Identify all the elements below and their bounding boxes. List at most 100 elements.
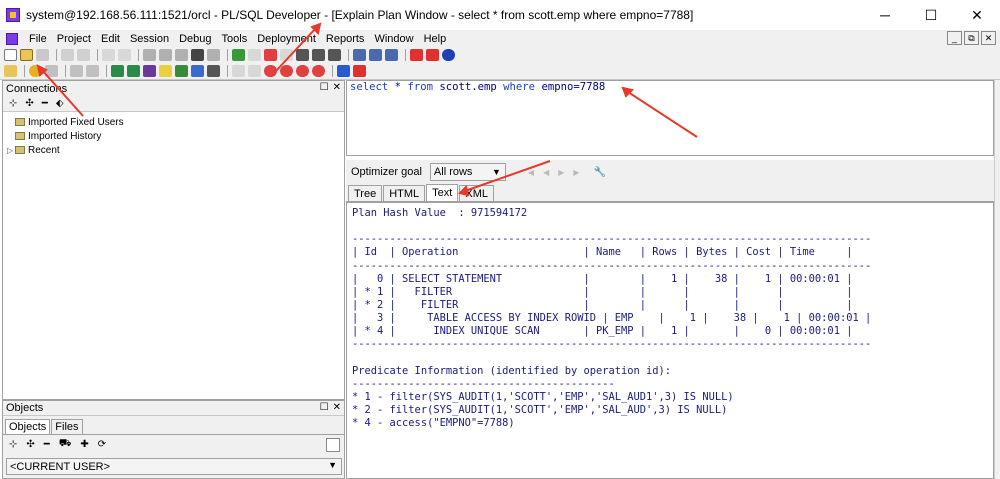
grid2-icon[interactable] <box>175 65 188 77</box>
breakpoint-icon[interactable] <box>264 65 277 77</box>
commit-icon[interactable] <box>70 65 83 77</box>
step-icon[interactable] <box>248 65 261 77</box>
expand-icon[interactable]: ✣ <box>25 98 33 109</box>
new-object-icon[interactable]: ⊹ <box>9 439 17 450</box>
layout-icon[interactable] <box>353 49 366 61</box>
refresh-icon[interactable]: ⟳ <box>98 439 106 450</box>
minimize-button[interactable]: ─ <box>862 0 908 30</box>
first-icon[interactable]: ◀ <box>528 168 534 177</box>
menu-tools[interactable]: Tools <box>217 33 253 45</box>
key-icon[interactable] <box>4 65 17 77</box>
chevron-down-icon[interactable]: ▼ <box>492 167 501 177</box>
rollback-icon[interactable] <box>86 65 99 77</box>
maximize-button[interactable]: ☐ <box>908 0 954 30</box>
back-icon[interactable] <box>353 65 366 77</box>
print-preview-icon[interactable] <box>77 49 90 61</box>
layout3-icon[interactable] <box>385 49 398 61</box>
menu-session[interactable]: Session <box>125 33 174 45</box>
grid-icon[interactable] <box>296 49 309 61</box>
tab-tree[interactable]: Tree <box>348 185 383 201</box>
mdi-minimize-button[interactable]: _ <box>947 31 962 45</box>
new-icon[interactable] <box>4 49 17 61</box>
panel-close-icon[interactable]: ✕ <box>333 82 341 93</box>
close-button[interactable]: ✕ <box>954 0 1000 30</box>
stop-icon[interactable] <box>264 49 277 61</box>
tree-item[interactable]: Imported History <box>3 129 344 143</box>
editor-scrollbar[interactable] <box>994 80 1000 156</box>
break-icon[interactable] <box>45 65 58 77</box>
window-icon[interactable] <box>280 49 293 61</box>
preferences-icon[interactable]: 🔧 <box>594 167 606 178</box>
tile-icon[interactable] <box>312 49 325 61</box>
debug-icon[interactable] <box>232 65 245 77</box>
save-icon[interactable] <box>36 49 49 61</box>
menu-edit[interactable]: Edit <box>96 33 125 45</box>
replace-icon[interactable] <box>207 49 220 61</box>
db-icon[interactable] <box>143 65 156 77</box>
execute-icon[interactable] <box>29 65 42 77</box>
new-connection-icon[interactable]: ⊹ <box>9 98 17 109</box>
report-icon[interactable] <box>159 65 172 77</box>
menu-window[interactable]: Window <box>369 33 418 45</box>
panel-close-icon[interactable]: ✕ <box>333 402 341 413</box>
menu-help[interactable]: Help <box>419 33 452 45</box>
document-icon[interactable] <box>6 32 18 45</box>
open-icon[interactable] <box>20 49 33 61</box>
stop-debug-icon[interactable] <box>296 65 309 77</box>
next-icon[interactable]: ▶ <box>558 168 564 177</box>
tab-html[interactable]: HTML <box>383 185 426 201</box>
tab-xml[interactable]: XML <box>459 185 494 201</box>
remove-icon[interactable]: ━ <box>42 98 48 109</box>
info-icon[interactable] <box>442 49 455 61</box>
menu-debug[interactable]: Debug <box>174 33 216 45</box>
run-icon[interactable] <box>280 65 293 77</box>
sql-editor[interactable]: select * from scott.emp where empno=7788 <box>346 80 994 156</box>
menu-reports[interactable]: Reports <box>321 33 370 45</box>
mdi-restore-button[interactable]: ⧉ <box>964 31 979 45</box>
session-icon[interactable] <box>111 65 124 77</box>
expand-icon[interactable]: ✣ <box>26 439 34 450</box>
mdi-close-button[interactable]: ✕ <box>981 31 996 45</box>
find-icon[interactable] <box>191 49 204 61</box>
tab-text[interactable]: Text <box>426 184 459 201</box>
alarm-icon[interactable] <box>426 49 439 61</box>
print-icon[interactable] <box>61 49 74 61</box>
plan-output[interactable]: Plan Hash Value : 971594172 ------------… <box>346 202 994 479</box>
last-icon[interactable]: ▶ <box>573 168 579 177</box>
filter-checkbox[interactable] <box>326 438 340 452</box>
user-select[interactable]: <CURRENT USER> ▼ <box>6 458 342 475</box>
menu-project[interactable]: Project <box>52 33 96 45</box>
properties-icon[interactable]: ⬖ <box>56 98 64 109</box>
menu-file[interactable]: File <box>24 33 52 45</box>
undo-icon[interactable] <box>102 49 115 61</box>
disconnect-icon[interactable] <box>410 49 423 61</box>
page-icon[interactable] <box>248 49 261 61</box>
tree-item[interactable]: Imported Fixed Users <box>3 115 344 129</box>
prev-icon[interactable]: ◀ <box>543 168 549 177</box>
step-over-icon[interactable] <box>312 65 325 77</box>
tab-objects[interactable]: Objects <box>5 419 51 434</box>
exit-icon[interactable] <box>232 49 245 61</box>
forward-icon[interactable] <box>337 65 350 77</box>
tree-item[interactable]: ▷ Recent <box>3 143 344 157</box>
expander-icon[interactable]: ▷ <box>7 146 13 155</box>
layout2-icon[interactable] <box>369 49 382 61</box>
connect-icon[interactable] <box>127 65 140 77</box>
binoculars-icon[interactable]: ⛟ <box>59 438 72 451</box>
right-scrollbar[interactable] <box>994 156 1000 479</box>
add-icon[interactable]: ✚ <box>80 439 88 450</box>
wrench-icon[interactable] <box>207 65 220 77</box>
menu-deployment[interactable]: Deployment <box>252 33 321 45</box>
panel-float-icon[interactable]: ☐ <box>320 82 329 93</box>
explain-icon[interactable] <box>191 65 204 77</box>
optimizer-goal-select[interactable]: All rows ▼ <box>429 163 506 181</box>
redo-icon[interactable] <box>118 49 131 61</box>
cut-icon[interactable] <box>143 49 156 61</box>
chevron-down-icon[interactable]: ▼ <box>328 460 337 470</box>
tab-files[interactable]: Files <box>51 419 83 434</box>
copy-icon[interactable] <box>159 49 172 61</box>
paste-icon[interactable] <box>175 49 188 61</box>
panel-float-icon[interactable]: ☐ <box>320 402 329 413</box>
cascade-icon[interactable] <box>328 49 341 61</box>
remove-icon[interactable]: ━ <box>44 439 50 450</box>
